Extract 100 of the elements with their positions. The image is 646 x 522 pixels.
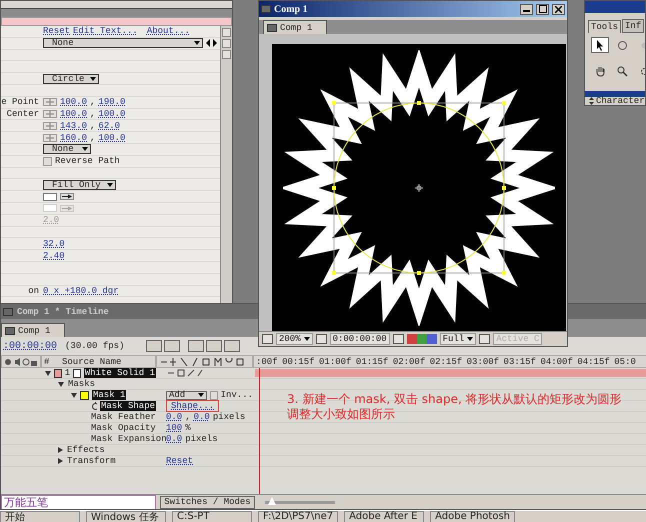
taskbar-item[interactable]: Windows 任务 xyxy=(86,511,166,522)
dropdown[interactable]: Circle xyxy=(43,74,100,84)
layer-name[interactable]: Mask 1 xyxy=(92,390,126,400)
pointer-icon[interactable] xyxy=(591,37,609,53)
column-header: Source Name xyxy=(62,356,122,366)
y-value[interactable]: 100.0 xyxy=(98,108,126,119)
color-swatch[interactable] xyxy=(43,192,57,201)
x-value[interactable]: 100.0 xyxy=(60,108,88,119)
number-value[interactable]: 2.40 xyxy=(43,250,65,261)
comp-tab[interactable]: Comp 1 xyxy=(263,20,328,34)
dropdown[interactable]: None xyxy=(43,144,91,154)
unit-label: % xyxy=(185,423,191,433)
x-value[interactable]: 160.0 xyxy=(60,132,88,143)
invert-label: Inv... xyxy=(220,390,253,400)
taskbar-item[interactable]: Adobe Photosh xyxy=(430,511,515,522)
dropdown[interactable]: Fill Only xyxy=(43,180,116,190)
zoom-dropdown[interactable]: 200% xyxy=(276,333,313,345)
anchor-point-icon xyxy=(414,183,424,192)
column-header: # xyxy=(44,356,50,366)
time-ruler-label: 05:0 xyxy=(614,356,636,366)
layer-name[interactable]: Transform xyxy=(66,456,117,466)
ime-toolbar[interactable]: 万能五笔 xyxy=(1,494,156,509)
crosshair-icon[interactable] xyxy=(43,122,57,130)
property-value[interactable]: 0.0 xyxy=(194,412,210,422)
y-value[interactable]: 100.0 xyxy=(98,132,126,143)
link[interactable]: Edit Text... xyxy=(73,26,138,36)
checkbox[interactable] xyxy=(43,156,52,166)
close-icon xyxy=(555,6,562,12)
angle-value[interactable]: 0 x +180.0 dgr xyxy=(43,286,119,296)
minimize-button[interactable] xyxy=(520,4,533,14)
taskbar-item[interactable]: C:S-PT xyxy=(172,511,252,522)
property-value[interactable]: 0.0 xyxy=(166,412,182,422)
time-ruler-label: 04:00f xyxy=(540,356,573,366)
separator: , xyxy=(90,108,96,119)
number-value[interactable]: 32.0 xyxy=(43,238,65,249)
property-label: on xyxy=(28,286,39,296)
property-value[interactable]: 0.0 xyxy=(166,434,182,444)
mask-path[interactable] xyxy=(332,100,506,274)
layer-name[interactable]: Masks xyxy=(67,379,96,389)
timecode-field[interactable]: 0:00:00:00 xyxy=(330,333,390,345)
comp-icon xyxy=(261,5,271,13)
palette-tab[interactable]: Inf xyxy=(622,19,644,33)
timecode[interactable]: :00:00:00 xyxy=(3,340,58,352)
character-palette-bar[interactable]: Character xyxy=(585,91,645,105)
layer-name[interactable]: Mask Expansion xyxy=(90,434,168,444)
x-value[interactable]: 143.0 xyxy=(60,120,88,131)
x-value[interactable]: 100.0 xyxy=(60,97,88,108)
twirl-icon[interactable] xyxy=(58,382,64,386)
start-button[interactable]: 开始 xyxy=(0,511,80,522)
time-ruler-label: 03:00f xyxy=(466,356,500,366)
scrollbar[interactable] xyxy=(220,26,232,303)
time-ruler-label: 01:00f xyxy=(319,356,352,366)
window-title: Comp 1 * Timeline xyxy=(17,306,109,316)
stopwatch-icon[interactable] xyxy=(92,402,97,410)
timeline-tab[interactable]: Comp 1 xyxy=(1,323,66,337)
unit-label: pixels xyxy=(185,434,218,444)
frame-rate: (30.00 fps) xyxy=(65,341,124,351)
taskbar-item[interactable]: Adobe After E xyxy=(344,511,424,522)
reset-link[interactable]: Reset xyxy=(166,456,194,466)
time-ruler-label: 02:00f xyxy=(392,356,426,366)
twirl-icon[interactable] xyxy=(58,458,63,464)
up-down-arrows-icon xyxy=(589,97,594,105)
property-value[interactable]: 100 xyxy=(166,423,182,433)
maximize-button[interactable] xyxy=(536,4,549,14)
resolution-dropdown[interactable]: Full xyxy=(440,333,476,345)
preset-dropdown[interactable]: None xyxy=(43,38,203,48)
time-ruler-label: :00f xyxy=(256,356,278,366)
y-value[interactable]: 62.0 xyxy=(98,120,120,131)
layer-name[interactable]: Mask Opacity xyxy=(90,423,157,433)
separator: , xyxy=(90,132,96,143)
layer-name[interactable]: Mask Shape xyxy=(100,401,156,411)
switches-modes-button[interactable]: Switches / Modes xyxy=(160,496,255,508)
shape-link[interactable]: Shape... xyxy=(171,401,214,411)
time-ruler-label: 01:15f xyxy=(356,356,388,366)
time-ruler-label: 02:15f xyxy=(430,356,462,366)
checkbox-label: Reverse Path xyxy=(55,156,120,166)
palette-tab[interactable]: Tools xyxy=(588,20,622,33)
separator: , xyxy=(90,120,96,131)
taskbar-item[interactable]: F:\2D\PS7\ne7 xyxy=(258,511,338,522)
close-button[interactable] xyxy=(552,4,565,14)
crosshair-icon[interactable] xyxy=(43,134,57,142)
crosshair-icon[interactable] xyxy=(43,110,57,118)
label-color-chip[interactable] xyxy=(80,390,89,400)
layer-name[interactable]: Effects xyxy=(66,445,106,455)
crosshair-icon[interactable] xyxy=(43,98,57,106)
previous-icon[interactable] xyxy=(206,39,210,48)
twirl-icon[interactable] xyxy=(58,447,63,453)
layer-name[interactable]: Mask Feather xyxy=(90,412,157,422)
link[interactable]: Reset xyxy=(43,26,70,36)
label-color-chip[interactable] xyxy=(54,368,62,378)
maximize-icon xyxy=(538,5,546,13)
invert-checkbox[interactable] xyxy=(210,390,218,400)
property-label: Center xyxy=(6,108,39,119)
annotation-text: 3. 新建一个 mask, 双击 shape, 将形状从默认的矩形改为圆形 调整大小致如图所示 xyxy=(287,392,622,422)
y-value[interactable]: 190.0 xyxy=(98,97,126,108)
mask-mode-dropdown[interactable]: Add xyxy=(166,390,208,400)
layer-number: 1 xyxy=(64,368,70,378)
separator: , xyxy=(90,97,96,108)
link[interactable]: About... xyxy=(146,26,190,36)
layer-name[interactable]: White Solid 1 xyxy=(84,368,156,378)
